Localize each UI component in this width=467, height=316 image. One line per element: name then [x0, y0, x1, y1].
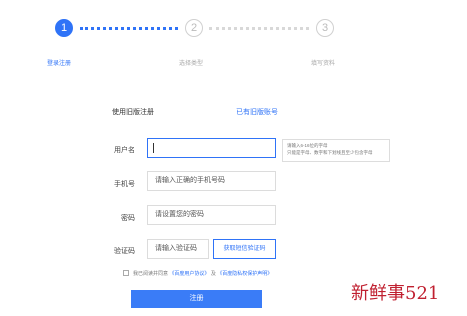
agreement-text: 我已阅读并同意 《百度用户协议》 及 《百度隐私权保护声明》 — [133, 270, 272, 277]
user-agreement-link[interactable]: 《百度用户协议》 — [169, 271, 209, 277]
username-label: 用户名 — [114, 147, 135, 154]
phone-label: 手机号 — [114, 181, 135, 188]
step-connector-2 — [209, 27, 309, 30]
username-tip-line2: 只能是字母、数字和下划线且至少包含字母 — [287, 150, 373, 155]
captcha-input[interactable]: 请输入验证码 — [147, 239, 209, 259]
step-3-circle: 3 — [316, 19, 334, 37]
old-account-link[interactable]: 已有旧版账号 — [236, 107, 278, 117]
agreement-prefix: 我已阅读并同意 — [133, 271, 169, 277]
step-3-number: 3 — [321, 22, 329, 34]
text-caret — [153, 143, 154, 153]
step-1-circle: 1 — [55, 19, 73, 37]
register-button[interactable]: 注册 — [131, 290, 262, 308]
captcha-label: 验证码 — [114, 248, 135, 255]
username-tip: 请输入6-16位的字母 只能是字母、数字和下划线且至少包含字母 — [282, 139, 390, 162]
password-input[interactable]: 请设置您的密码 — [147, 205, 276, 225]
step-connector-1 — [80, 27, 178, 30]
step-3-label: 填写资料 — [311, 61, 336, 67]
privacy-policy-link[interactable]: 《百度隐私权保护声明》 — [217, 271, 272, 277]
step-2-number: 2 — [190, 22, 198, 34]
username-input[interactable] — [147, 138, 276, 158]
step-1-label: 登录注册 — [47, 61, 72, 67]
step-1-number: 1 — [60, 22, 68, 34]
step-2-label: 选择类型 — [179, 61, 204, 67]
agreement-checkbox[interactable] — [123, 270, 129, 276]
watermark: 新鲜事521 — [351, 283, 440, 304]
agreement-and: 及 — [210, 271, 216, 277]
form-title: 使用旧版注册 — [112, 109, 154, 116]
get-sms-code-button[interactable]: 获取短信验证码 — [213, 239, 276, 259]
step-2-circle: 2 — [185, 19, 203, 37]
username-tip-line1: 请输入6-16位的字母 — [287, 143, 328, 148]
phone-input[interactable]: 请输入正确的手机号码 — [147, 171, 276, 191]
password-label: 密码 — [121, 215, 135, 222]
